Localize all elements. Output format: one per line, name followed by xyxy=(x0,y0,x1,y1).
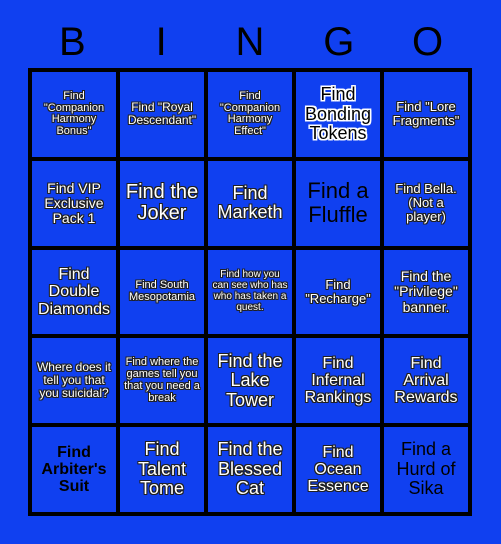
bingo-cell-r1c3[interactable]: Find "Companion Harmony Effect" xyxy=(208,72,296,161)
bingo-cell-r5c1[interactable]: Find Arbiter's Suit xyxy=(32,427,120,516)
bingo-cell-label: Find Ocean Essence xyxy=(307,443,369,496)
bingo-cell-label: Where does it tell you that you suicidal… xyxy=(36,360,112,401)
bingo-cell-r3c4[interactable]: Find "Recharge" xyxy=(296,249,384,339)
bingo-cell-label: Find "Royal Descendant" xyxy=(127,100,197,128)
bingo-cell-r5c5[interactable]: Find a Hurd of Sika xyxy=(384,427,472,516)
bingo-cell-label: Find the Lake Tower xyxy=(217,350,283,410)
header-letter-i: I xyxy=(155,20,167,64)
header-letter-o: O xyxy=(412,20,444,64)
bingo-cell-label: Find a Fluffle xyxy=(307,178,369,228)
bingo-cell-label: Find South Mesopotamia xyxy=(128,279,196,303)
bingo-cell-label: Find "Companion Harmony Effect" xyxy=(219,89,281,138)
bingo-cell-r2c5[interactable]: Find Bella. (Not a player) xyxy=(384,160,472,250)
bingo-cell-r2c1[interactable]: Find VIP Exclusive Pack 1 xyxy=(32,160,120,250)
header-letter-g: G xyxy=(323,20,355,64)
bingo-cell-r4c5[interactable]: Find Arrival Rewards xyxy=(384,338,472,428)
bingo-grid: Find "Companion Harmony Bonus" Find "Roya… xyxy=(28,68,472,516)
bingo-cell-r3c1[interactable]: Find Double Diamonds xyxy=(32,249,120,339)
bingo-cell-r5c3[interactable]: Find the Blessed Cat xyxy=(208,427,296,516)
bingo-cell-r4c3[interactable]: Find the Lake Tower xyxy=(208,338,296,428)
bingo-cell-r2c3[interactable]: Find Marketh xyxy=(208,160,296,250)
bingo-cell-r1c5[interactable]: Find "Lore Fragments" xyxy=(384,72,472,161)
bingo-cell-label: Find VIP Exclusive Pack 1 xyxy=(44,179,104,226)
bingo-cell-label: Find Double Diamonds xyxy=(37,266,111,318)
bingo-cell-label: Find "Companion Harmony Bonus" xyxy=(43,89,105,138)
bingo-cell-label: Find how you can see who has who has tak… xyxy=(212,269,288,313)
header-letter-n: N xyxy=(235,20,265,64)
bingo-cell-label: Find Arrival Rewards xyxy=(394,354,458,407)
bingo-cell-r3c2[interactable]: Find South Mesopotamia xyxy=(120,249,208,339)
bingo-cell-label: Find where the games tell you that you n… xyxy=(124,356,200,404)
bingo-cell-label: Find Arbiter's Suit xyxy=(41,443,107,496)
bingo-cell-r3c3[interactable]: Find how you can see who has who has tak… xyxy=(208,249,296,339)
bingo-cell-label: Find "Recharge" xyxy=(305,276,371,306)
bingo-card: B I N G O Find "Companion Harmony Bonus"… xyxy=(0,0,501,544)
bingo-cell-label: Find Infernal Rankings xyxy=(304,354,372,407)
bingo-cell-label: Find the Joker xyxy=(125,180,199,225)
bingo-cell-r4c2[interactable]: Find where the games tell you that you n… xyxy=(120,338,208,428)
bingo-cell-label: Find a Hurd of Sika xyxy=(396,439,456,499)
bingo-cell-r5c2[interactable]: Find Talent Tome xyxy=(120,427,208,516)
bingo-cell-r3c5[interactable]: Find the "Privilege" banner. xyxy=(384,249,472,339)
bingo-cell-r2c2[interactable]: Find the Joker xyxy=(120,160,208,250)
bingo-cell-label: Find Talent Tome xyxy=(137,439,187,499)
bingo-cell-label: Find Marketh xyxy=(217,182,283,223)
bingo-cell-r1c1[interactable]: Find "Companion Harmony Bonus" xyxy=(32,72,120,161)
bingo-cell-r1c2[interactable]: Find "Royal Descendant" xyxy=(120,72,208,161)
bingo-cell-r1c4[interactable]: Find Bonding Tokens xyxy=(296,72,384,161)
bingo-cell-label: Find Bella. (Not a player) xyxy=(395,181,457,225)
bingo-cell-label: Find "Lore Fragments" xyxy=(392,99,460,129)
bingo-cell-label: Find Bonding Tokens xyxy=(304,84,372,144)
bingo-cell-r5c4[interactable]: Find Ocean Essence xyxy=(296,427,384,516)
header-letter-b: B xyxy=(59,20,86,64)
bingo-cell-r4c1[interactable]: Where does it tell you that you suicidal… xyxy=(32,338,120,428)
bingo-cell-label: Find the Blessed Cat xyxy=(217,439,283,499)
bingo-header: B I N G O xyxy=(28,16,472,68)
bingo-cell-r2c4[interactable]: Find a Fluffle xyxy=(296,160,384,250)
bingo-cell-label: Find the "Privilege" banner. xyxy=(394,268,458,315)
bingo-cell-r4c4[interactable]: Find Infernal Rankings xyxy=(296,338,384,428)
